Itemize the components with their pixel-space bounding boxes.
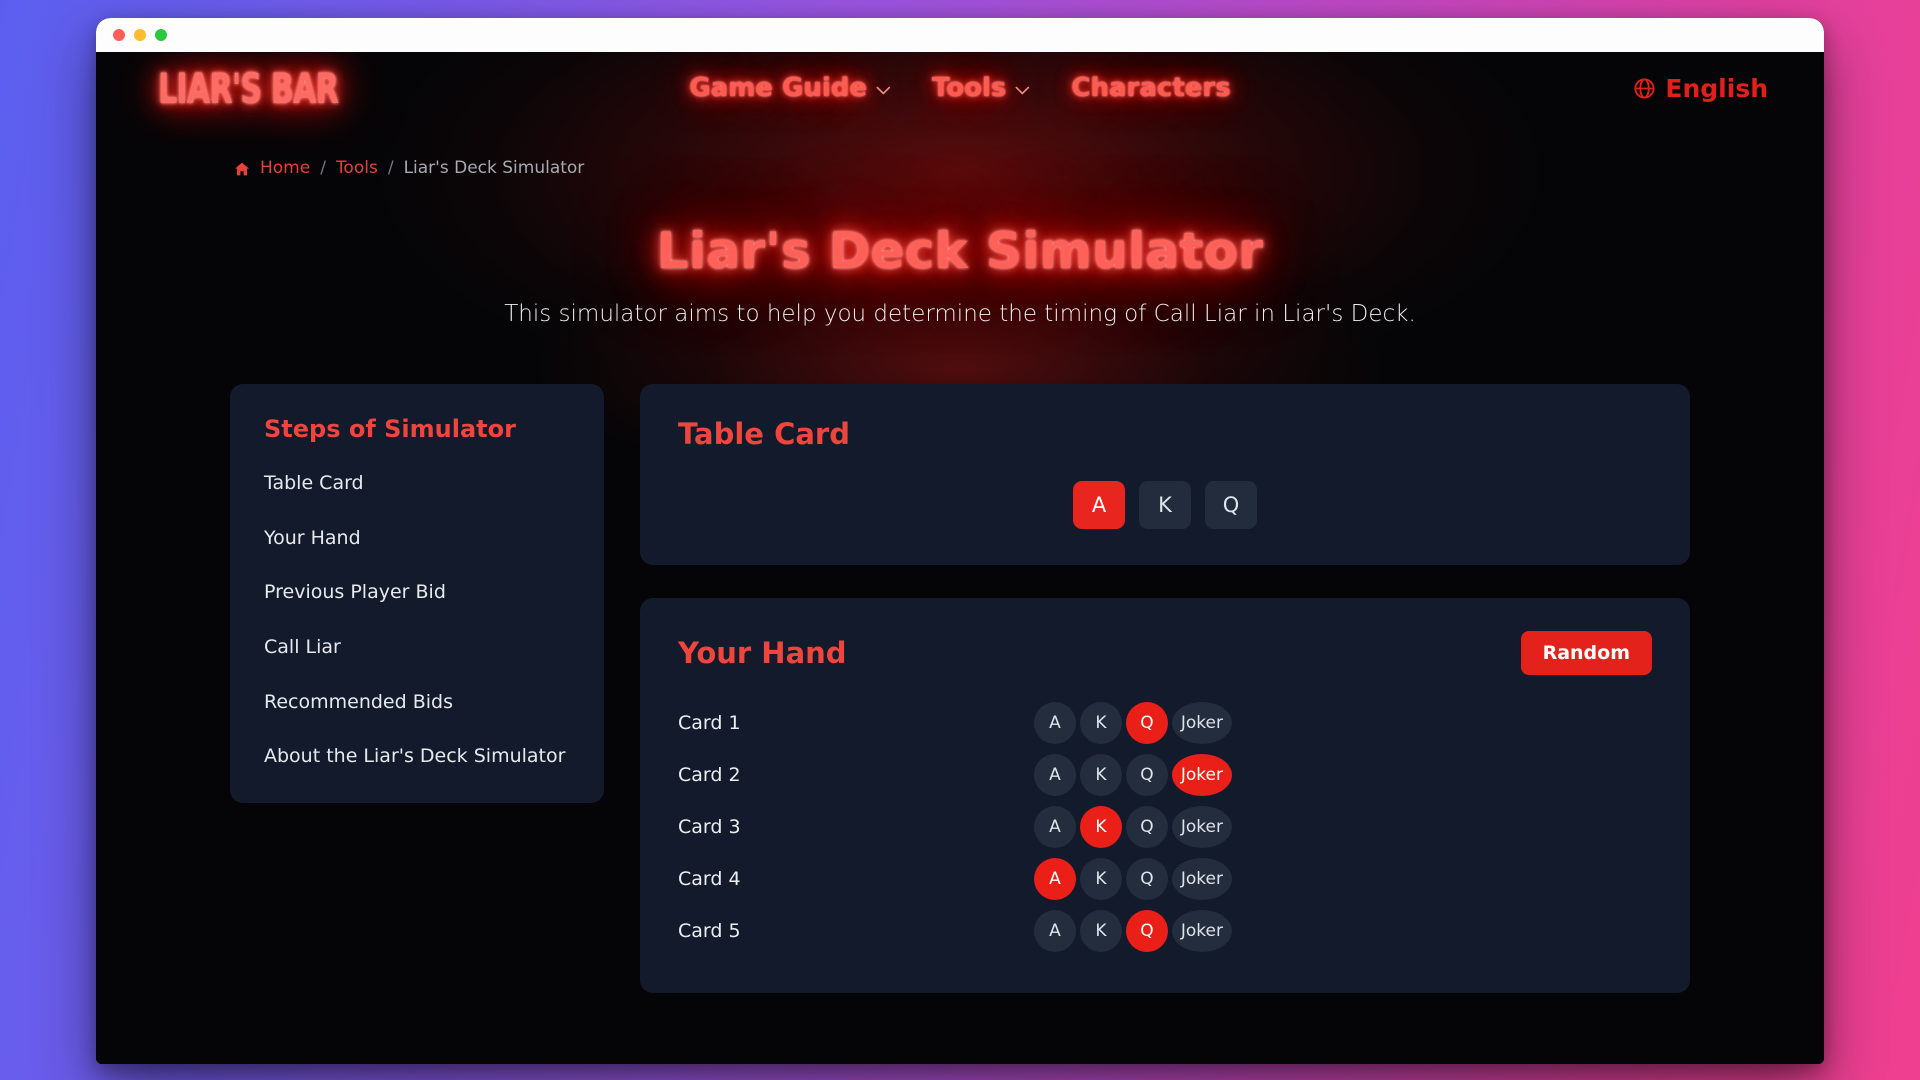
hand-row-options: A K Q Joker — [1033, 702, 1232, 744]
hand-row-label: Card 3 — [678, 816, 741, 838]
random-button[interactable]: Random — [1520, 631, 1652, 675]
page-container: Home / Tools / Liar's Deck Simulator Lia… — [230, 124, 1690, 993]
breadcrumb-separator: / — [320, 158, 326, 178]
your-hand-title: Your Hand — [678, 636, 847, 670]
nav-label: Characters — [1071, 73, 1231, 103]
chevron-down-icon — [1015, 86, 1030, 95]
hand-row: Card 2 A K Q Joker — [678, 749, 1652, 801]
hand-option-a[interactable]: A — [1033, 702, 1076, 744]
hand-option-joker[interactable]: Joker — [1171, 806, 1232, 848]
simulator-column: Table Card A K Q Your Hand Random Card 1… — [640, 384, 1690, 993]
hand-option-q[interactable]: Q — [1125, 702, 1168, 744]
sidebar-item-call-liar[interactable]: Call Liar — [230, 635, 604, 660]
hand-rows: Card 1 A K Q Joker Card 2 A K Q Joker Ca… — [678, 697, 1652, 957]
hand-row-options: A K Q Joker — [1033, 754, 1232, 796]
hand-row-label: Card 5 — [678, 920, 741, 942]
nav-label: Tools — [931, 73, 1007, 103]
minimize-window-button[interactable] — [134, 29, 146, 41]
hand-row-label: Card 1 — [678, 712, 741, 734]
nav-item-tools[interactable]: Tools — [931, 73, 1030, 103]
sidebar-item-previous-player-bid[interactable]: Previous Player Bid — [230, 580, 604, 605]
sidebar-title: Steps of Simulator — [264, 415, 516, 443]
hand-row-label: Card 2 — [678, 764, 741, 786]
hand-option-k[interactable]: K — [1079, 806, 1122, 848]
main-content-grid: Steps of Simulator Table Card Your Hand … — [230, 384, 1690, 993]
hand-option-q[interactable]: Q — [1125, 754, 1168, 796]
page-subtitle: This simulator aims to help you determin… — [504, 301, 1416, 327]
hand-row-options: A K Q Joker — [1033, 910, 1232, 952]
hero-section: Liar's Deck Simulator This simulator aim… — [230, 178, 1690, 327]
nav-item-characters[interactable]: Characters — [1071, 73, 1230, 103]
hand-row-label: Card 4 — [678, 868, 741, 890]
your-hand-header: Your Hand Random — [678, 631, 1652, 675]
table-card-options: A K Q — [678, 481, 1652, 529]
steps-sidebar: Steps of Simulator Table Card Your Hand … — [230, 384, 604, 804]
close-window-button[interactable] — [113, 29, 125, 41]
hand-option-k[interactable]: K — [1079, 858, 1122, 900]
hand-option-k[interactable]: K — [1079, 702, 1122, 744]
your-hand-panel: Your Hand Random Card 1 A K Q Joker Card… — [640, 598, 1690, 993]
hand-option-k[interactable]: K — [1079, 754, 1122, 796]
hand-option-joker[interactable]: Joker — [1171, 702, 1232, 744]
hand-option-joker[interactable]: Joker — [1171, 858, 1232, 900]
hand-row: Card 5 A K Q Joker — [678, 905, 1652, 957]
main-navigation: Game Guide Tools Characters — [689, 73, 1230, 103]
hand-option-q[interactable]: Q — [1125, 910, 1168, 952]
sidebar-item-table-card[interactable]: Table Card — [230, 471, 604, 496]
nav-item-game-guide[interactable]: Game Guide — [689, 73, 890, 103]
maximize-window-button[interactable] — [155, 29, 167, 41]
breadcrumb-item-current: Liar's Deck Simulator — [403, 158, 585, 178]
table-card-option-q[interactable]: Q — [1205, 481, 1257, 529]
browser-window: LIAR'S BAR Game Guide Tools Characters E… — [96, 18, 1824, 1064]
language-label: English — [1665, 73, 1768, 103]
browser-title-bar — [96, 18, 1824, 52]
table-card-option-a[interactable]: A — [1073, 481, 1125, 529]
table-card-panel: Table Card A K Q — [640, 384, 1690, 565]
hand-option-joker[interactable]: Joker — [1171, 754, 1232, 796]
site-header: LIAR'S BAR Game Guide Tools Characters E… — [96, 52, 1824, 124]
sidebar-item-your-hand[interactable]: Your Hand — [230, 526, 604, 551]
breadcrumb-item-tools[interactable]: Tools — [336, 158, 378, 178]
hand-option-k[interactable]: K — [1079, 910, 1122, 952]
hand-option-a[interactable]: A — [1033, 754, 1076, 796]
page-title: Liar's Deck Simulator — [656, 222, 1264, 280]
hand-option-q[interactable]: Q — [1125, 806, 1168, 848]
hand-option-a[interactable]: A — [1033, 806, 1076, 848]
sidebar-item-about[interactable]: About the Liar's Deck Simulator — [230, 744, 604, 769]
nav-label: Game Guide — [689, 73, 867, 103]
site-logo[interactable]: LIAR'S BAR — [158, 63, 339, 113]
hand-option-joker[interactable]: Joker — [1171, 910, 1232, 952]
language-selector[interactable]: English — [1633, 74, 1768, 103]
breadcrumb-separator: / — [387, 158, 394, 178]
hand-option-a[interactable]: A — [1033, 910, 1076, 952]
home-icon — [234, 161, 250, 177]
breadcrumb: Home / Tools / Liar's Deck Simulator — [230, 158, 1690, 178]
hand-option-a[interactable]: A — [1033, 858, 1076, 900]
chevron-down-icon — [876, 86, 890, 95]
sidebar-item-recommended-bids[interactable]: Recommended Bids — [230, 690, 604, 715]
page-viewport: LIAR'S BAR Game Guide Tools Characters E… — [96, 52, 1824, 1064]
table-card-title: Table Card — [678, 417, 850, 451]
hand-option-q[interactable]: Q — [1125, 858, 1168, 900]
globe-icon — [1633, 77, 1656, 100]
hand-row-options: A K Q Joker — [1033, 806, 1232, 848]
hand-row: Card 3 A K Q Joker — [678, 801, 1652, 853]
hand-row: Card 4 A K Q Joker — [678, 853, 1652, 905]
hand-row-options: A K Q Joker — [1033, 858, 1232, 900]
table-card-header: Table Card — [678, 417, 1652, 451]
hand-row: Card 1 A K Q Joker — [678, 697, 1652, 749]
breadcrumb-item-home[interactable]: Home — [260, 158, 310, 178]
table-card-option-k[interactable]: K — [1139, 481, 1191, 529]
